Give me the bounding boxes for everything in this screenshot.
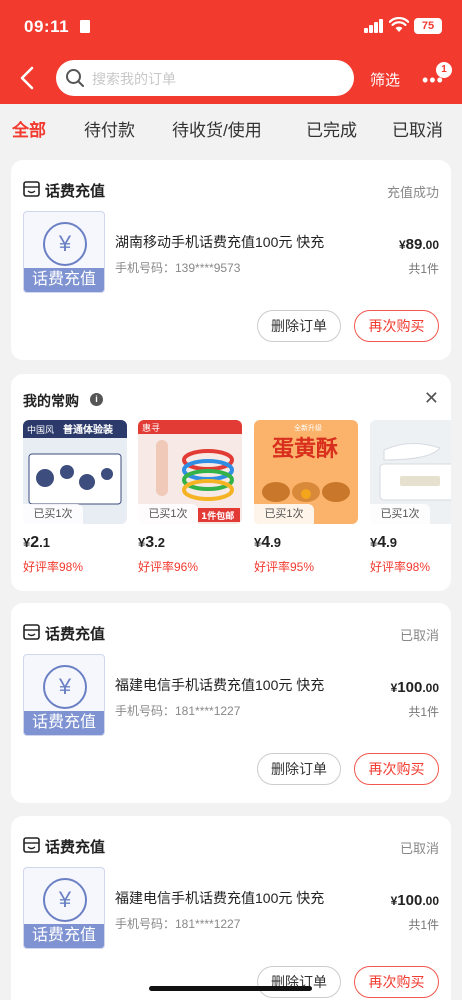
item-count: 共1件 xyxy=(408,262,439,276)
product-image: 中国风 普通体验装 已买1次 xyxy=(23,420,127,524)
item-count: 共1件 xyxy=(408,705,439,719)
wifi-icon xyxy=(389,17,409,32)
shop-icon xyxy=(23,181,40,197)
item-price: ¥4.9 xyxy=(370,534,397,551)
top-header: 09:11 75 搜索我的订单 筛选 ••• 1 xyxy=(0,0,462,104)
yen-icon: ¥ xyxy=(43,878,87,922)
order-card[interactable]: 话费充值 充值成功 ¥ 话费充值 湖南移动手机话费充值100元 快充 手机号码：… xyxy=(11,160,451,360)
positive-rating: 好评率98% xyxy=(23,560,84,574)
order-price: ¥100.00 xyxy=(390,679,439,696)
phone-number: 手机号码：139****9573 xyxy=(115,261,241,275)
back-arrow-icon[interactable] xyxy=(16,64,40,92)
bought-count: 已买1次 xyxy=(23,504,83,524)
item-price: ¥2.1 xyxy=(23,534,50,551)
shop-name: 话费充值 xyxy=(45,626,106,643)
thumbnail-label: 话费充值 xyxy=(24,268,104,292)
item-count: 共1件 xyxy=(408,918,439,932)
search-placeholder: 搜索我的订单 xyxy=(92,71,176,87)
close-icon[interactable]: ✕ xyxy=(424,388,439,409)
product-thumbnail[interactable]: ¥ 话费充值 xyxy=(23,867,105,949)
shop-icon xyxy=(23,837,40,853)
order-price: ¥100.00 xyxy=(390,892,439,909)
recommend-item[interactable]: 中国风 普通体验装 已买1次 ¥2.1 好评率98% xyxy=(23,420,127,580)
signal-icon xyxy=(364,19,384,33)
home-indicator[interactable] xyxy=(149,986,312,991)
svg-text:中国风: 中国风 xyxy=(27,424,54,436)
frequent-purchases-card: 我的常购 i ✕ 中国风 普通体验装 已买1次 ¥2.1 好评率98% 惠寻 1… xyxy=(11,374,451,591)
order-tabs: 全部 待付款 待收货/使用 已完成 已取消 xyxy=(0,104,462,148)
tab-pending-payment[interactable]: 待付款 xyxy=(84,116,135,141)
product-title[interactable]: 福建电信手机话费充值100元 快充 xyxy=(115,675,324,695)
svg-text:普通体验装: 普通体验装 xyxy=(63,423,113,436)
product-title[interactable]: 湖南移动手机话费充值100元 快充 xyxy=(115,232,324,252)
tab-all[interactable]: 全部 xyxy=(12,116,46,141)
order-status: 已取消 xyxy=(399,841,439,856)
product-thumbnail[interactable]: ¥ 话费充值 xyxy=(23,211,105,293)
battery-icon: 75 xyxy=(414,18,442,34)
yen-icon: ¥ xyxy=(43,665,87,709)
info-icon[interactable]: i xyxy=(90,393,103,406)
bought-count: 已买1次 xyxy=(254,504,314,524)
status-bar: 09:11 75 xyxy=(0,0,462,52)
yen-icon: ¥ xyxy=(43,222,87,266)
positive-rating: 好评率96% xyxy=(138,560,199,574)
delete-order-button[interactable]: 删除订单 xyxy=(257,753,341,785)
svg-text:蛋黄酥: 蛋黄酥 xyxy=(272,437,338,462)
svg-text:全新升级: 全新升级 xyxy=(294,423,322,432)
product-image: 已买1次 xyxy=(370,420,451,524)
thumbnail-label: 话费充值 xyxy=(24,711,104,735)
bought-count: 已买1次 xyxy=(370,504,430,524)
section-title: 我的常购 xyxy=(23,393,79,409)
more-button[interactable]: ••• 1 xyxy=(418,62,452,90)
order-price: ¥89.00 xyxy=(398,236,439,253)
tab-completed[interactable]: 已完成 xyxy=(306,116,357,141)
svg-text:1件包邮: 1件包邮 xyxy=(201,510,234,522)
product-image: 惠寻 1件包邮 已买1次 xyxy=(138,420,242,524)
recommend-item[interactable]: 惠寻 1件包邮 已买1次 ¥3.2 好评率96% xyxy=(138,420,242,580)
rebuy-button[interactable]: 再次购买 xyxy=(354,966,439,998)
positive-rating: 好评率98% xyxy=(370,560,431,574)
rebuy-button[interactable]: 再次购买 xyxy=(354,753,439,785)
product-title[interactable]: 福建电信手机话费充值100元 快充 xyxy=(115,888,324,908)
order-card[interactable]: 话费充值 已取消 ¥ 话费充值 福建电信手机话费充值100元 快充 手机号码：1… xyxy=(11,816,451,1000)
tab-pending-receipt[interactable]: 待收货/使用 xyxy=(172,116,262,141)
positive-rating: 好评率95% xyxy=(254,560,315,574)
thumbnail-label: 话费充值 xyxy=(24,924,104,948)
shop-icon xyxy=(23,624,40,640)
item-price: ¥4.9 xyxy=(254,534,281,551)
status-time: 09:11 xyxy=(24,17,70,36)
notification-badge: 1 xyxy=(436,62,452,78)
item-price: ¥3.2 xyxy=(138,534,165,551)
recommend-item[interactable]: 已买1次 ¥4.9 好评率98% xyxy=(370,420,451,580)
delete-order-button[interactable]: 删除订单 xyxy=(257,310,341,342)
shop-name: 话费充值 xyxy=(45,839,106,856)
search-input[interactable]: 搜索我的订单 xyxy=(56,60,354,96)
filter-button[interactable]: 筛选 xyxy=(370,69,400,90)
product-image: 全新升级 蛋黄酥 已买1次 xyxy=(254,420,358,524)
svg-text:惠寻: 惠寻 xyxy=(142,422,160,434)
product-thumbnail[interactable]: ¥ 话费充值 xyxy=(23,654,105,736)
bought-count: 已买1次 xyxy=(138,504,198,524)
sim-icon xyxy=(80,20,90,33)
search-icon xyxy=(66,69,84,87)
phone-number: 手机号码：181****1227 xyxy=(115,704,241,718)
tab-cancelled[interactable]: 已取消 xyxy=(392,116,443,141)
order-card[interactable]: 话费充值 已取消 ¥ 话费充值 福建电信手机话费充值100元 快充 手机号码：1… xyxy=(11,603,451,803)
recommend-item[interactable]: 全新升级 蛋黄酥 已买1次 ¥4.9 好评率95% xyxy=(254,420,358,580)
order-status: 充值成功 xyxy=(386,185,439,200)
rebuy-button[interactable]: 再次购买 xyxy=(354,310,439,342)
delete-order-button[interactable]: 删除订单 xyxy=(257,966,341,998)
order-status: 已取消 xyxy=(399,628,439,643)
shop-name: 话费充值 xyxy=(45,183,106,200)
phone-number: 手机号码：181****1227 xyxy=(115,917,241,931)
